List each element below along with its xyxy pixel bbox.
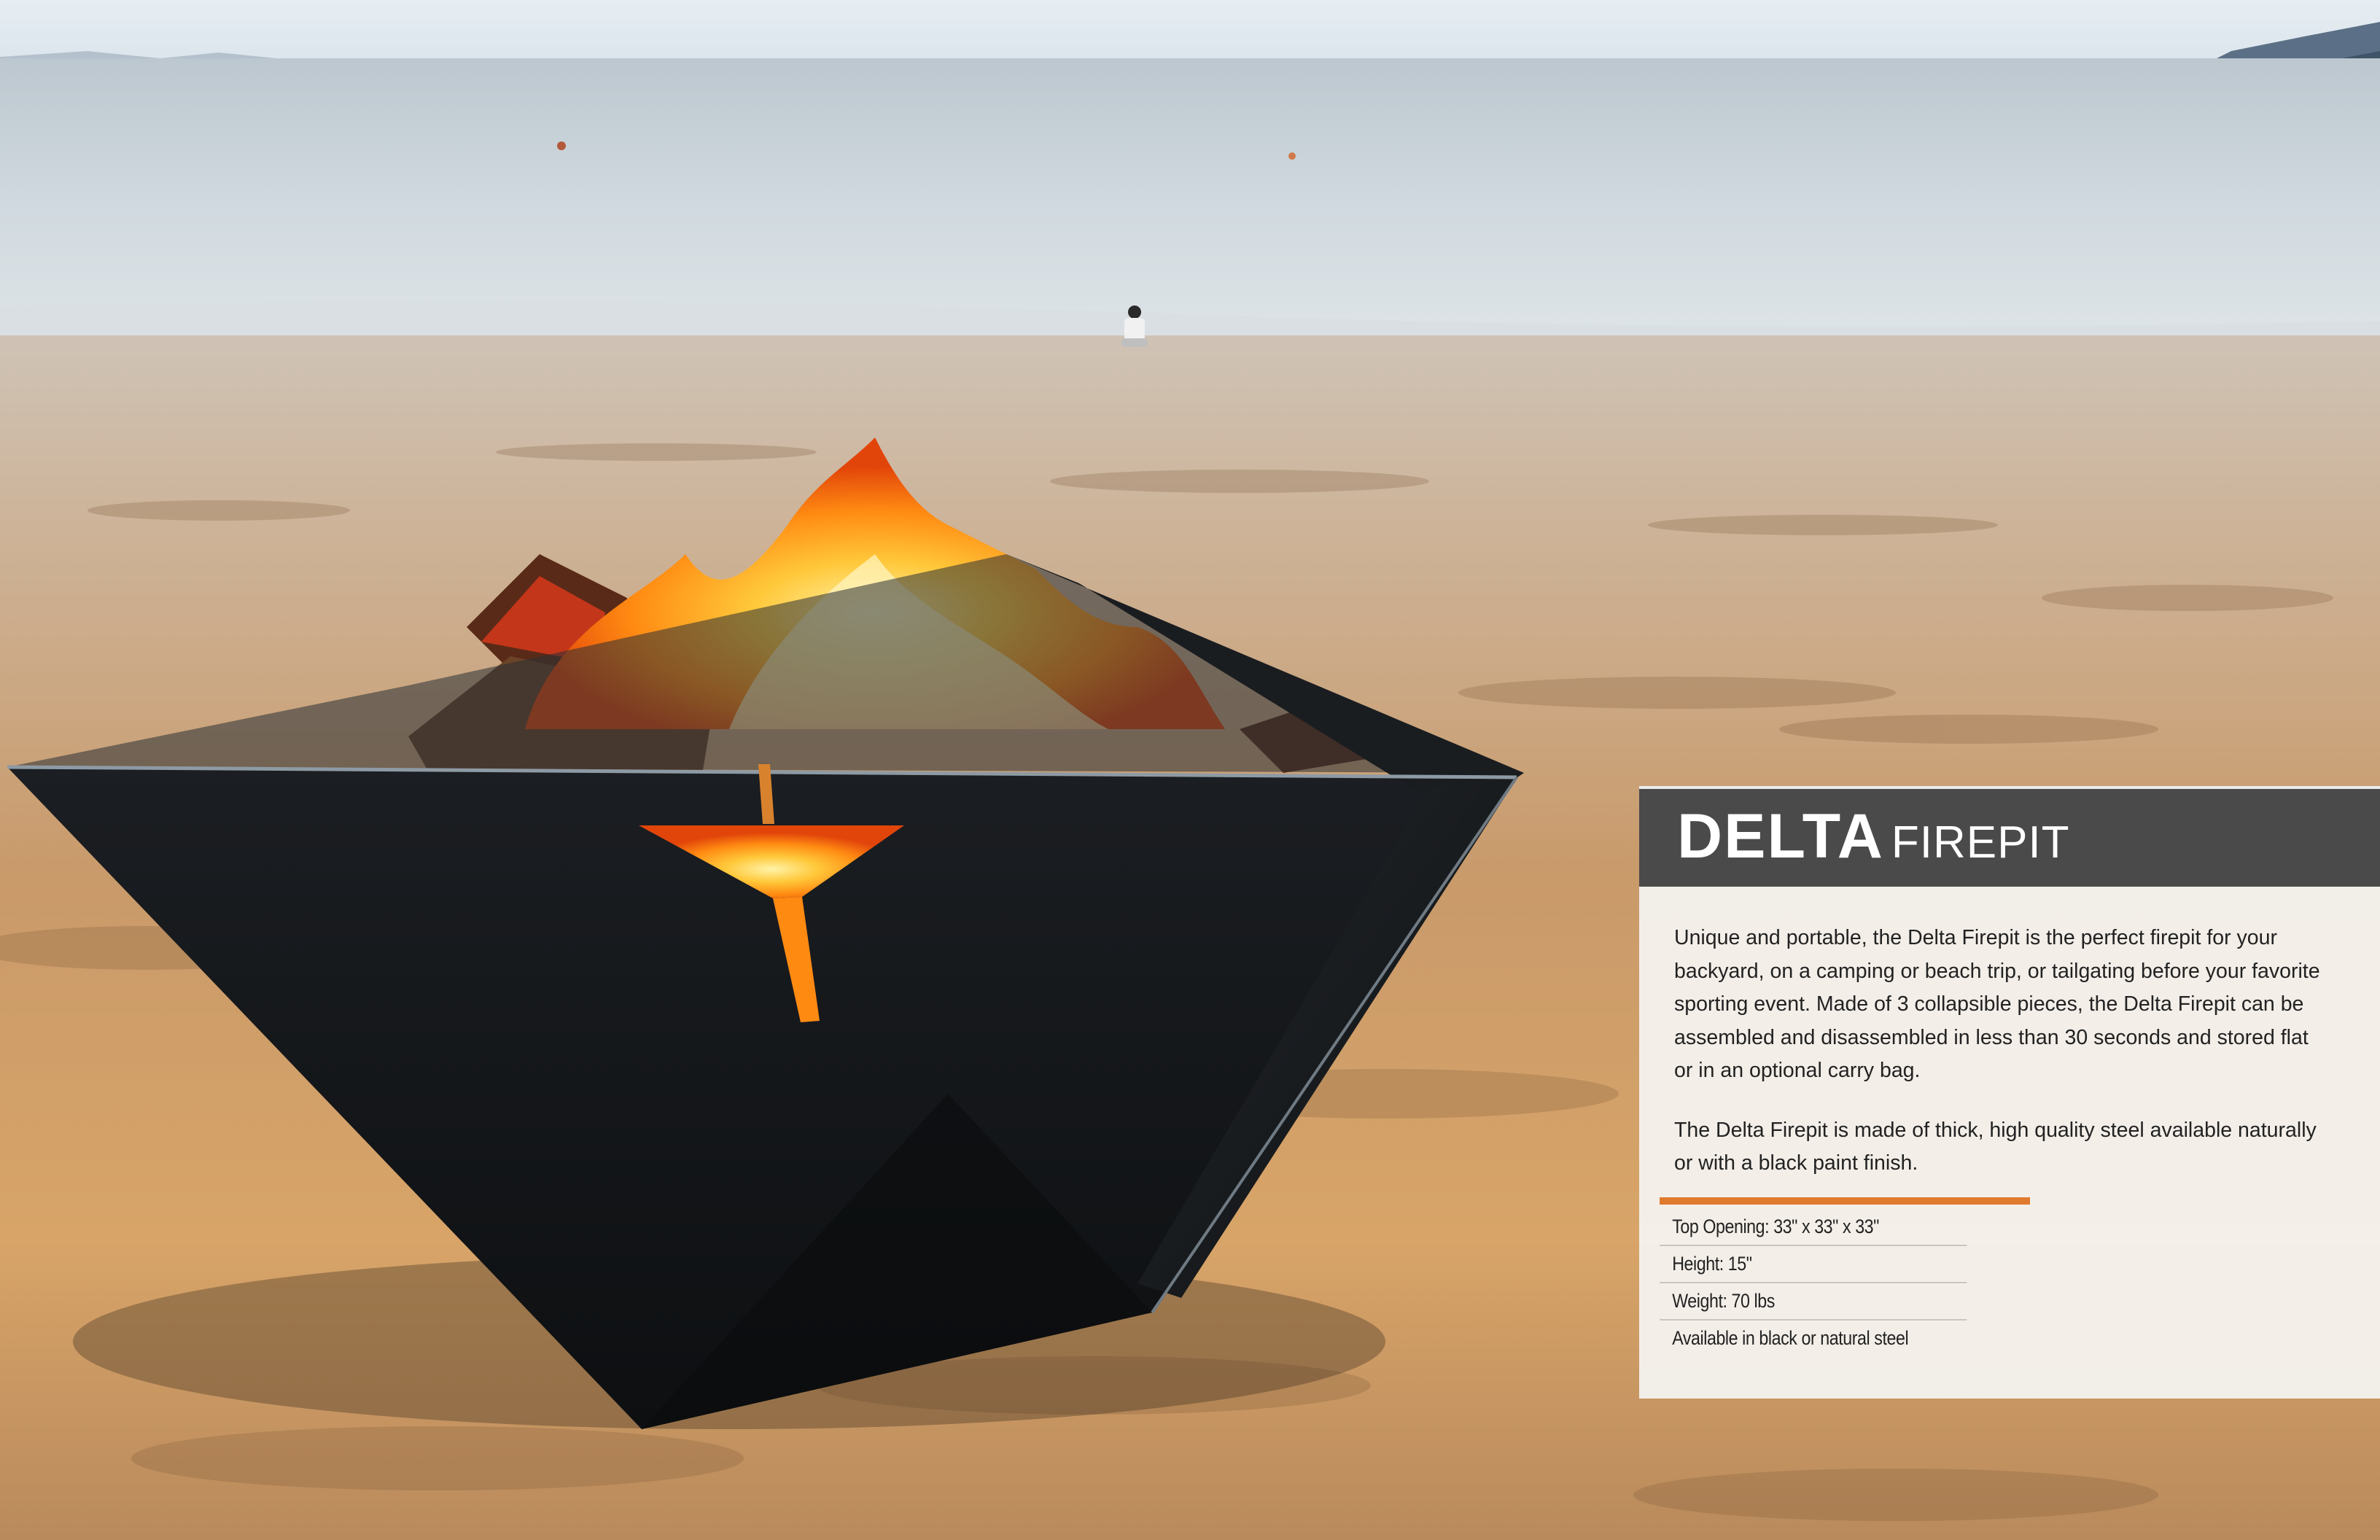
spec-weight: Weight: 70 lbs	[1660, 1283, 1967, 1321]
product-title: DELTA FIREPIT	[1677, 805, 2070, 868]
spec-accent-rule	[1660, 1197, 2030, 1205]
spec-height: Height: 15"	[1660, 1246, 1967, 1283]
spec-list: Top Opening: 33" x 33" x 33" Height: 15"…	[1660, 1209, 2017, 1356]
description-paragraph-1: Unique and portable, the Delta Firepit i…	[1674, 926, 2320, 1082]
product-title-bold: DELTA	[1677, 801, 1884, 871]
product-description: Unique and portable, the Delta Firepit i…	[1674, 922, 2330, 1207]
description-paragraph-2: The Delta Firepit is made of thick, high…	[1674, 1118, 2317, 1175]
product-info-panel: DELTA FIREPIT Unique and portable, the De…	[1639, 786, 2380, 1399]
spec-top-opening: Top Opening: 33" x 33" x 33"	[1660, 1209, 1967, 1246]
product-title-light: FIREPIT	[1891, 817, 2070, 868]
title-bar: DELTA FIREPIT	[1639, 786, 2380, 887]
spec-finish: Available in black or natural steel	[1672, 1327, 1909, 1349]
